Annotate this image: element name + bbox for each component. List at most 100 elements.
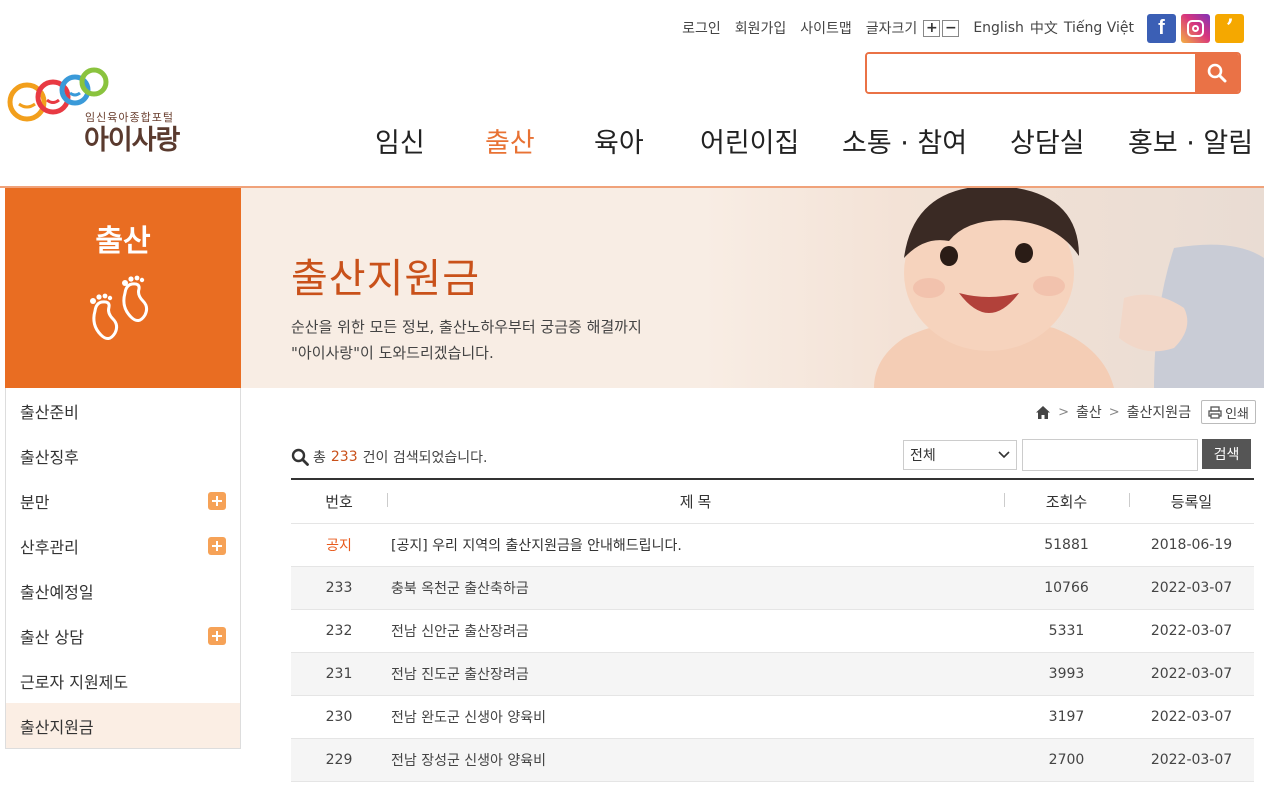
row-views: 2700 bbox=[1048, 752, 1085, 768]
print-label: 인쇄 bbox=[1225, 406, 1249, 422]
utility-bar: 로그인 회원가입 사이트맵 글자크기 + − English 中文 Tiếng … bbox=[682, 13, 1244, 43]
row-no: 232 bbox=[325, 623, 353, 639]
row-views: 3993 bbox=[1048, 666, 1085, 682]
search-input[interactable] bbox=[867, 54, 1195, 92]
lang-english-link[interactable]: English bbox=[973, 20, 1024, 36]
nav-birth[interactable]: 출산 bbox=[485, 121, 535, 160]
row-date: 2018-06-19 bbox=[1150, 537, 1233, 553]
home-icon[interactable] bbox=[1035, 405, 1051, 420]
sidebar-item-postpartum[interactable]: 산후관리 bbox=[6, 523, 240, 568]
site-header: 로그인 회원가입 사이트맵 글자크기 + − English 中文 Tiếng … bbox=[0, 0, 1264, 188]
font-size-minus-button[interactable]: − bbox=[942, 19, 960, 37]
result-prefix: 총 bbox=[313, 450, 326, 466]
result-number: 233 bbox=[330, 449, 358, 465]
nav-counseling[interactable]: 상담실 bbox=[1010, 121, 1085, 160]
row-title-link[interactable]: 전남 신안군 출산장려금 bbox=[387, 621, 1004, 641]
row-views: 5331 bbox=[1048, 623, 1085, 639]
row-date: 2022-03-07 bbox=[1150, 580, 1233, 596]
nav-news[interactable]: 홍보 · 알림 bbox=[1128, 121, 1253, 160]
facebook-icon[interactable]: f bbox=[1147, 13, 1176, 43]
board-search-button[interactable]: 검색 bbox=[1202, 439, 1251, 469]
nav-daycare[interactable]: 어린이집 bbox=[700, 121, 799, 160]
site-search bbox=[865, 52, 1241, 94]
nav-community[interactable]: 소통 · 참여 bbox=[842, 121, 967, 160]
sidebar-item-birth-prep[interactable]: 출산준비 bbox=[6, 388, 240, 433]
search-category-select[interactable]: 전체 bbox=[903, 440, 1017, 470]
nav-parenting[interactable]: 육아 bbox=[594, 121, 644, 160]
row-date: 2022-03-07 bbox=[1150, 623, 1233, 639]
row-title-link[interactable]: 전남 진도군 출산장려금 bbox=[387, 664, 1004, 684]
table-row[interactable]: 233 충북 옥천군 출산축하금 10766 2022-03-07 bbox=[291, 567, 1254, 610]
sidebar-item-birth-counsel[interactable]: 출산 상담 bbox=[6, 613, 240, 658]
table-row[interactable]: 공지 [공지] 우리 지역의 출산지원금을 안내해드립니다. 51881 201… bbox=[291, 524, 1254, 567]
sidebar-item-label: 출산징후 bbox=[20, 447, 79, 467]
sns-links: f ʼ bbox=[1142, 13, 1244, 43]
board-search-input[interactable] bbox=[1022, 439, 1198, 471]
sidebar-item-label: 출산 상담 bbox=[20, 627, 84, 647]
row-views: 3197 bbox=[1048, 709, 1085, 725]
lang-chinese-link[interactable]: 中文 bbox=[1030, 18, 1058, 38]
breadcrumb-level2[interactable]: 출산지원금 bbox=[1127, 402, 1191, 422]
footprints-icon bbox=[90, 275, 149, 340]
chevron-down-icon bbox=[998, 451, 1010, 459]
row-no: 233 bbox=[325, 580, 353, 596]
sidebar-item-label: 분만 bbox=[20, 492, 50, 512]
lang-vietnamese-link[interactable]: Tiếng Việt bbox=[1064, 20, 1134, 36]
login-link[interactable]: 로그인 bbox=[682, 18, 721, 38]
table-row[interactable]: 231 전남 진도군 출산장려금 3993 2022-03-07 bbox=[291, 653, 1254, 696]
font-size-plus-button[interactable]: + bbox=[923, 19, 941, 37]
search-icon bbox=[1207, 63, 1227, 83]
page-title: 출산지원금 bbox=[291, 256, 480, 302]
expand-plus-icon[interactable] bbox=[208, 536, 226, 555]
sidebar-item-label: 근로자 지원제도 bbox=[20, 672, 129, 692]
table-row[interactable]: 230 전남 완도군 신생아 양육비 3197 2022-03-07 bbox=[291, 696, 1254, 739]
col-header-date: 등록일 bbox=[1129, 491, 1254, 512]
row-views: 51881 bbox=[1044, 537, 1089, 553]
row-title-link[interactable]: 전남 완도군 신생아 양육비 bbox=[387, 707, 1004, 727]
sidebar-item-worker-support[interactable]: 근로자 지원제도 bbox=[6, 658, 240, 703]
instagram-icon[interactable] bbox=[1181, 13, 1210, 43]
row-date: 2022-03-07 bbox=[1150, 666, 1233, 682]
sidebar-item-birth-grant[interactable]: 출산지원금 bbox=[6, 703, 240, 748]
signup-link[interactable]: 회원가입 bbox=[735, 18, 787, 38]
table-row[interactable]: 229 전남 장성군 신생아 양육비 2700 2022-03-07 bbox=[291, 739, 1254, 782]
result-suffix: 건이 검색되었습니다. bbox=[362, 450, 488, 466]
expand-plus-icon[interactable] bbox=[208, 626, 226, 645]
banner-description: 순산을 위한 모든 정보, 출산노하우부터 궁금증 해결까지 "아이사랑"이 도… bbox=[291, 318, 642, 362]
print-button[interactable]: 인쇄 bbox=[1201, 400, 1256, 424]
sidebar-item-birth-signs[interactable]: 출산징후 bbox=[6, 433, 240, 478]
sidebar-item-delivery[interactable]: 분만 bbox=[6, 478, 240, 523]
font-size-control: 글자크기 + − bbox=[866, 18, 960, 38]
row-title-link[interactable]: 전남 장성군 신생아 양육비 bbox=[387, 750, 1004, 770]
search-button[interactable] bbox=[1195, 54, 1239, 92]
row-no: 231 bbox=[325, 666, 353, 682]
chevron-right-icon: > bbox=[1108, 404, 1120, 420]
sidebar-item-label: 출산준비 bbox=[20, 402, 79, 422]
sitemap-link[interactable]: 사이트맵 bbox=[800, 18, 852, 38]
page-banner: 출산지원금 순산을 위한 모든 정보, 출산노하우부터 궁금증 해결까지 "아이… bbox=[241, 188, 1264, 388]
table-row[interactable]: 232 전남 신안군 출산장려금 5331 2022-03-07 bbox=[291, 610, 1254, 653]
sidebar-title: 출산 bbox=[95, 224, 151, 259]
main-navigation: 임신 출산 육아 어린이집 소통 · 참여 상담실 홍보 · 알림 bbox=[0, 121, 1264, 165]
search-icon bbox=[291, 448, 309, 466]
table-header-row: 번호 제목 조회수 등록일 bbox=[291, 480, 1254, 524]
row-views: 10766 bbox=[1044, 580, 1089, 596]
row-title-link[interactable]: [공지] 우리 지역의 출산지원금을 안내해드립니다. bbox=[387, 535, 1004, 555]
nav-pregnancy[interactable]: 임신 bbox=[375, 121, 425, 160]
row-title-link[interactable]: 충북 옥천군 출산축하금 bbox=[387, 578, 1004, 598]
baby-photo bbox=[704, 188, 1264, 388]
board-table: 번호 제목 조회수 등록일 공지 [공지] 우리 지역의 출산지원금을 안내해드… bbox=[291, 478, 1254, 782]
sidebar-item-label: 출산지원금 bbox=[20, 717, 94, 737]
sidebar-header: 출산 bbox=[5, 188, 241, 388]
col-header-no: 번호 bbox=[325, 493, 353, 511]
sidebar-menu: 출산준비 출산징후 분만 산후관리 출산예정일 출산 상담 근로자 지원제도 출… bbox=[5, 388, 241, 749]
chevron-right-icon: > bbox=[1058, 404, 1069, 420]
kakaostory-icon[interactable]: ʼ bbox=[1215, 13, 1244, 43]
row-date: 2022-03-07 bbox=[1150, 709, 1233, 725]
sidebar-item-due-date[interactable]: 출산예정일 bbox=[6, 568, 240, 613]
result-count: 총 233 건이 검색되었습니다. bbox=[291, 447, 487, 467]
expand-plus-icon[interactable] bbox=[208, 491, 226, 510]
breadcrumb-level1[interactable]: 출산 bbox=[1076, 402, 1102, 422]
sidebar-item-label: 산후관리 bbox=[20, 537, 79, 557]
row-no: 230 bbox=[325, 709, 353, 725]
